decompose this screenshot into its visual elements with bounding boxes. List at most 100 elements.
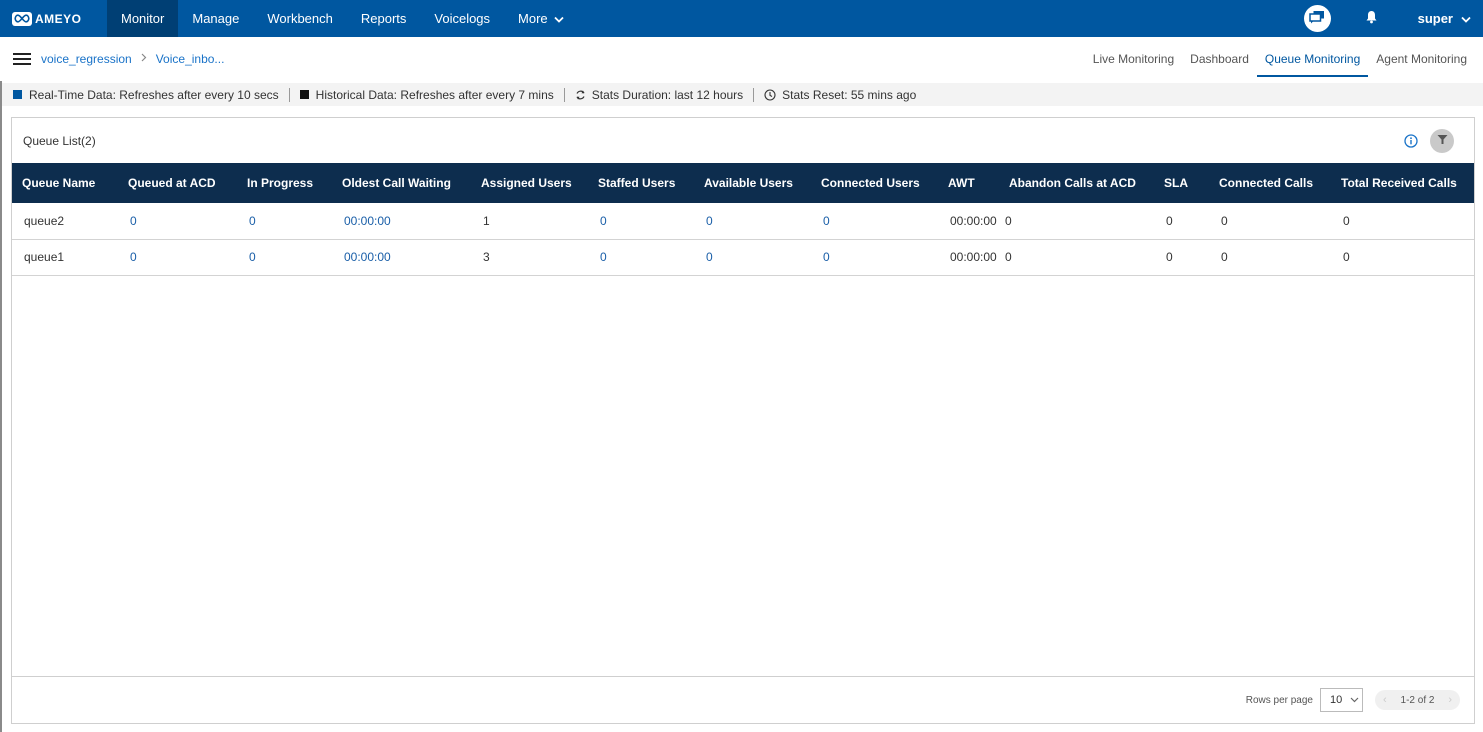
filter-button[interactable]: [1430, 128, 1454, 153]
cell-available-users[interactable]: 0: [694, 239, 811, 275]
table-row[interactable]: queue2 0 0 00:00:00 1 0 0 0 00:00:00 0 0…: [12, 203, 1474, 239]
cell-connected-users[interactable]: 0: [811, 239, 938, 275]
column-header-available-users[interactable]: Available Users: [694, 163, 811, 203]
info-icon[interactable]: [1404, 133, 1418, 148]
column-header-assigned-users[interactable]: Assigned Users: [471, 163, 588, 203]
page-range: 1-2 of 2: [1400, 694, 1435, 706]
breadcrumb-item-campaign[interactable]: voice_regression: [41, 52, 132, 66]
column-header-queued-at-acd[interactable]: Queued at ACD: [118, 163, 237, 203]
breadcrumb-item-queue[interactable]: Voice_inbo...: [156, 52, 225, 66]
nav-reports-label: Reports: [360, 11, 407, 26]
divider: [288, 87, 290, 102]
queue-table: Queue Name Queued at ACD In Progress Old…: [12, 163, 1474, 276]
cell-queued-at-acd[interactable]: 0: [118, 239, 237, 275]
cell-awt: 00:00:00: [950, 250, 997, 264]
tab-agent-monitoring[interactable]: Agent Monitoring: [1368, 44, 1475, 77]
cell-staffed-users[interactable]: 0: [588, 239, 694, 275]
tab-dashboard[interactable]: Dashboard: [1182, 44, 1257, 77]
column-header-awt[interactable]: AWT: [938, 163, 999, 203]
stats-duration-info: Stats Duration: last 12 hours: [575, 88, 743, 102]
realtime-legend-square: [13, 90, 22, 99]
cell-oldest-call-waiting[interactable]: 00:00:00: [332, 203, 471, 239]
stats-duration-text: Stats Duration: last 12 hours: [591, 87, 744, 102]
column-header-connected-users[interactable]: Connected Users: [811, 163, 938, 203]
cell-oldest-call-waiting[interactable]: 00:00:00: [332, 239, 471, 275]
column-header-total-received-calls[interactable]: Total Received Calls: [1331, 163, 1474, 203]
hamburger-menu-icon[interactable]: [13, 53, 31, 65]
cell-connected-calls: 0: [1221, 250, 1228, 264]
nav-monitor-label: Monitor: [121, 11, 165, 26]
bell-icon: [1365, 10, 1378, 27]
cell-queued-at-acd[interactable]: 0: [118, 203, 237, 239]
filter-icon: [1437, 134, 1448, 148]
stats-reset-text: Stats Reset: 55 mins ago: [782, 87, 917, 102]
user-menu[interactable]: super: [1418, 11, 1471, 26]
nav-more[interactable]: More: [504, 0, 578, 37]
cell-assigned-users: 1: [483, 213, 490, 228]
rows-per-page-select[interactable]: 10: [1320, 688, 1363, 712]
cell-queue-name: queue1: [24, 250, 65, 264]
username: super: [1417, 11, 1453, 26]
cell-total-received-calls: 0: [1343, 213, 1350, 228]
panel-header: Queue List(2): [12, 118, 1474, 163]
cell-queue-name: queue2: [24, 213, 65, 228]
column-header-abandon-calls[interactable]: Abandon Calls at ACD: [999, 163, 1154, 203]
cell-in-progress[interactable]: 0: [237, 239, 332, 275]
brand-name: AMEYO: [35, 11, 82, 26]
nav-monitor[interactable]: Monitor: [107, 0, 179, 37]
nav-manage[interactable]: Manage: [178, 0, 253, 37]
rows-per-page-value: 10: [1330, 694, 1343, 706]
window-edge: [0, 37, 2, 732]
cell-total-received-calls: 0: [1343, 250, 1350, 264]
chevron-down-icon: [1350, 694, 1359, 706]
chat-icon: [1309, 10, 1325, 27]
column-header-oldest-call-waiting[interactable]: Oldest Call Waiting: [332, 163, 471, 203]
rows-per-page-label: Rows per page: [1245, 694, 1313, 706]
nav-voicelogs[interactable]: Voicelogs: [420, 0, 504, 37]
realtime-data-text: Real-Time Data: Refreshes after every 10…: [29, 87, 279, 102]
refresh-icon: [575, 89, 586, 101]
ameyo-logo[interactable]: AMEYO: [0, 0, 107, 37]
cell-available-users[interactable]: 0: [694, 203, 811, 239]
panel-title: Queue List(2): [23, 133, 96, 148]
column-header-in-progress[interactable]: In Progress: [237, 163, 332, 203]
notifications-button[interactable]: [1365, 10, 1378, 27]
cell-staffed-users[interactable]: 0: [588, 203, 694, 239]
monitoring-tabs: Live Monitoring Dashboard Queue Monitori…: [1085, 37, 1475, 81]
nav-reports[interactable]: Reports: [347, 0, 421, 37]
cell-abandon-calls: 0: [1005, 213, 1012, 228]
chat-button[interactable]: [1303, 5, 1331, 32]
breadcrumb: voice_regression Voice_inbo...: [41, 52, 224, 66]
sub-header: voice_regression Voice_inbo... Live Moni…: [0, 37, 1483, 81]
queue-list-panel: Queue List(2) Queue Name Queued at ACD I…: [11, 117, 1475, 724]
infinity-logo-icon: [12, 11, 32, 26]
nav-manage-label: Manage: [192, 11, 240, 26]
next-page-button[interactable]: ›: [1448, 694, 1452, 706]
column-header-staffed-users[interactable]: Staffed Users: [588, 163, 694, 203]
table-pagination: Rows per page 10 ‹ 1-2 of 2 ›: [12, 676, 1474, 723]
cell-sla: 0: [1166, 250, 1173, 264]
table-row[interactable]: queue1 0 0 00:00:00 3 0 0 0 00:00:00 0 0…: [12, 239, 1474, 275]
divider: [753, 87, 755, 102]
nav-workbench[interactable]: Workbench: [253, 0, 347, 37]
clock-icon: [764, 88, 776, 101]
chevron-right-icon: [141, 53, 147, 65]
realtime-data-info: Real-Time Data: Refreshes after every 10…: [13, 88, 279, 102]
cell-connected-users[interactable]: 0: [811, 203, 938, 239]
historical-data-text: Historical Data: Refreshes after every 7…: [315, 87, 554, 102]
tab-live-monitoring[interactable]: Live Monitoring: [1085, 44, 1182, 77]
tab-queue-monitoring[interactable]: Queue Monitoring: [1256, 44, 1369, 77]
column-header-queue-name[interactable]: Queue Name: [12, 163, 118, 203]
cell-in-progress[interactable]: 0: [237, 203, 332, 239]
divider: [563, 87, 565, 102]
column-header-connected-calls[interactable]: Connected Calls: [1209, 163, 1331, 203]
pager: ‹ 1-2 of 2 ›: [1375, 690, 1460, 710]
historical-data-info: Historical Data: Refreshes after every 7…: [299, 87, 554, 102]
previous-page-button[interactable]: ‹: [1383, 694, 1387, 706]
nav-workbench-label: Workbench: [267, 11, 333, 26]
cell-assigned-users: 3: [483, 250, 490, 264]
column-header-sla[interactable]: SLA: [1154, 163, 1209, 203]
historical-legend-square: [299, 90, 309, 99]
cell-abandon-calls: 0: [1005, 250, 1012, 264]
cell-sla: 0: [1166, 213, 1173, 228]
